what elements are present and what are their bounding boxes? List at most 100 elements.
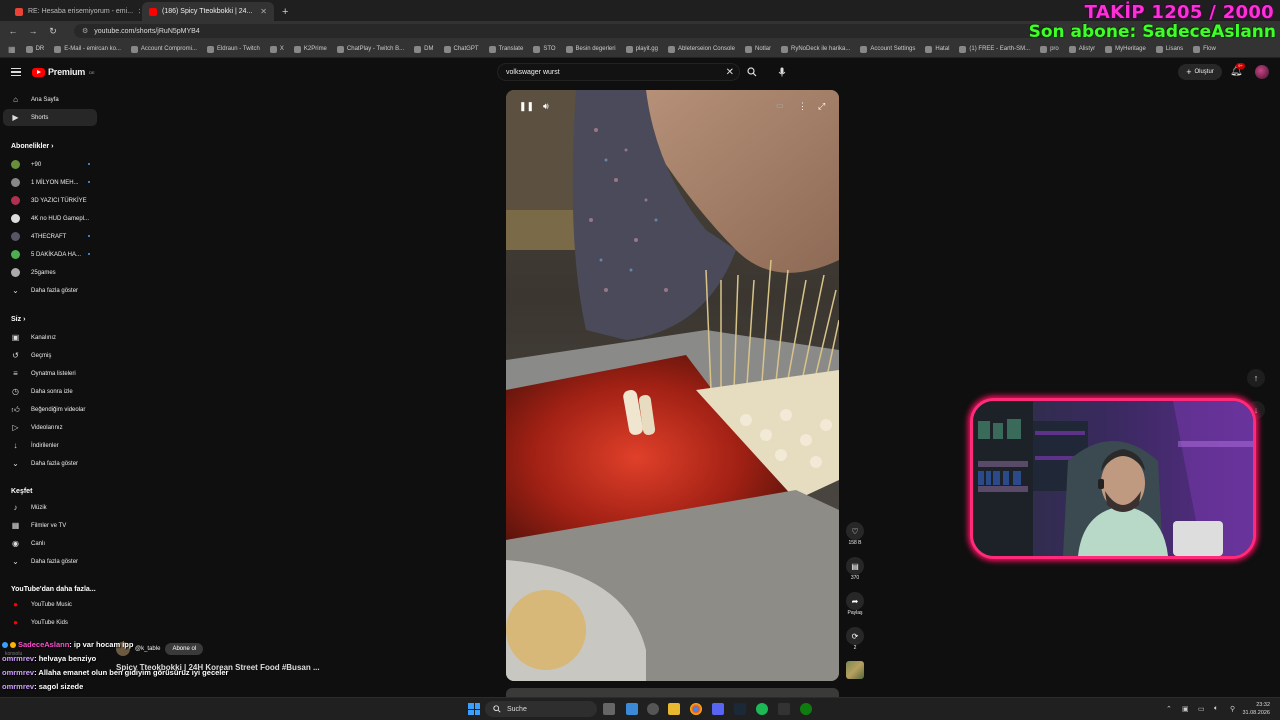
discord-icon[interactable] bbox=[712, 703, 724, 715]
chrome-icon[interactable] bbox=[690, 703, 702, 715]
fullscreen-icon[interactable]: ⤢ bbox=[818, 101, 825, 112]
comment-action[interactable]: ▤ 370 bbox=[844, 557, 866, 581]
bookmark-item[interactable]: playit.gg bbox=[625, 45, 658, 53]
clear-search-icon[interactable]: ✕ bbox=[726, 67, 734, 78]
bookmark-item[interactable]: E-Mail - emircan ko... bbox=[54, 45, 121, 53]
more-from-youtube-header[interactable]: YouTube'dan daha fazla... bbox=[11, 586, 96, 593]
sidebar-item[interactable]: ⌂ Ana Sayfa bbox=[3, 91, 97, 108]
bookmark-item[interactable]: Eldraun - Twitch bbox=[206, 45, 260, 53]
apps-icon[interactable]: ▦ bbox=[8, 45, 16, 54]
reload-icon[interactable]: ↻ bbox=[48, 26, 58, 37]
bookmark-item[interactable]: ChatGPT bbox=[443, 45, 479, 53]
voice-search-button[interactable] bbox=[772, 63, 792, 81]
forward-icon[interactable]: → bbox=[28, 26, 38, 36]
bookmark-item[interactable]: Besin degerleri bbox=[565, 45, 616, 53]
youtube-logo[interactable]: Premium DE bbox=[32, 67, 95, 77]
bookmark-item[interactable]: Ableterseion Console bbox=[667, 45, 735, 53]
close-tab-icon[interactable]: ✕ bbox=[260, 7, 267, 16]
file-explorer-icon[interactable] bbox=[668, 703, 680, 715]
search-input[interactable]: volkswager wurst ✕ bbox=[497, 63, 740, 81]
bookmark-item[interactable]: STO bbox=[533, 45, 556, 53]
shorts-video-player[interactable]: ❚❚ 🔊︎ ▭ ⋮ ⤢ bbox=[506, 90, 839, 681]
bookmark-item[interactable]: DM bbox=[414, 45, 434, 53]
speaker-icon[interactable]: 🔈︎ bbox=[1214, 705, 1218, 713]
sidebar-item[interactable]: +90 bbox=[3, 156, 97, 173]
sidebar-item[interactable]: ⌄ Daha fazla göster bbox=[3, 455, 97, 472]
bookmark-item[interactable]: (1) FREE - Earth-SM... bbox=[959, 45, 1030, 53]
sidebar-item[interactable]: ≡ Oynatma listeleri bbox=[3, 365, 97, 382]
bookmark-item[interactable]: Flow bbox=[1193, 45, 1216, 53]
search-button[interactable] bbox=[742, 63, 762, 81]
remix-action[interactable]: ⟳ 2 bbox=[844, 627, 866, 651]
task-view-icon[interactable] bbox=[603, 703, 615, 715]
previous-short-button[interactable]: ↑ bbox=[1247, 369, 1265, 387]
captions-icon[interactable]: ▭ bbox=[776, 101, 784, 110]
tray-chevron-icon[interactable]: ⌃ bbox=[1166, 705, 1172, 713]
share-action[interactable]: ➦ Paylaş bbox=[844, 592, 866, 616]
create-button[interactable]: + Oluştur bbox=[1178, 64, 1222, 80]
xbox-icon[interactable] bbox=[800, 703, 812, 715]
network-icon[interactable]: ▭ bbox=[1198, 705, 1205, 713]
browser-tab-active[interactable]: (186) Spicy Tteokbokki | 24... ✕ bbox=[142, 2, 274, 21]
sidebar-item[interactable]: ● YouTube Kids bbox=[3, 614, 97, 631]
sidebar-item[interactable]: 👍︎ Beğendiğim videolar bbox=[3, 401, 97, 418]
more-options-icon[interactable]: ⋮ bbox=[798, 101, 807, 112]
explore-header[interactable]: Keşfet bbox=[11, 488, 32, 495]
url-field[interactable]: ⚙ youtube.com/shorts/jRuN5pMYB4 bbox=[74, 24, 1054, 38]
bookmark-item[interactable]: X bbox=[269, 45, 284, 53]
pause-icon[interactable]: ❚❚ bbox=[519, 101, 534, 112]
bookmark-item[interactable]: Notlar bbox=[744, 45, 771, 53]
sidebar-item[interactable]: ♪ Müzik bbox=[3, 499, 97, 516]
bookmark-item[interactable]: K2Prime bbox=[293, 45, 327, 53]
sidebar-item[interactable]: ▷ Videolarınız bbox=[3, 419, 97, 436]
bookmark-item[interactable]: Hatal bbox=[925, 45, 949, 53]
tray-misc-icon[interactable]: ⚲ bbox=[1230, 705, 1235, 713]
bookmark-item[interactable]: ChatPlay - Twitch B... bbox=[336, 45, 404, 53]
sidebar-item[interactable]: ▶ Shorts bbox=[3, 109, 97, 126]
taskbar-clock[interactable]: 23:32 31.08.2026 bbox=[1242, 701, 1270, 717]
sidebar-item[interactable]: ◉ Canlı bbox=[3, 535, 97, 552]
sidebar-item[interactable]: ⌄ Daha fazla göster bbox=[3, 553, 97, 570]
subscriptions-header[interactable]: Abonelikler › bbox=[11, 143, 53, 150]
sidebar-item[interactable]: 3D YAZICI TÜRKİYE bbox=[3, 192, 97, 209]
bookmark-item[interactable]: Account Compromi... bbox=[130, 45, 197, 53]
sidebar-item[interactable]: 5 DAKİKADA HA... bbox=[3, 246, 97, 263]
sidebar-item[interactable]: ● YouTube Music bbox=[3, 596, 97, 613]
widgets-icon[interactable] bbox=[626, 703, 638, 715]
bookmark-item[interactable]: pro bbox=[1040, 45, 1059, 53]
spotify-icon[interactable] bbox=[756, 703, 768, 715]
sidebar-item[interactable]: ◷ Daha sonra izle bbox=[3, 383, 97, 400]
bookmark-item[interactable]: RyNoDeck ile harika... bbox=[781, 45, 850, 53]
settings-app-icon[interactable] bbox=[647, 703, 659, 715]
sidebar-item[interactable]: 4K no HUD Gamepl... bbox=[3, 210, 97, 227]
sound-thumbnail[interactable] bbox=[846, 661, 864, 679]
tray-app-icon[interactable]: ▣ bbox=[1182, 705, 1189, 713]
browser-tab[interactable]: RE: Hesaba erisemiyorum - emi... ✕ bbox=[8, 2, 140, 21]
back-icon[interactable]: ← bbox=[8, 26, 18, 36]
sidebar-item[interactable]: 1 MİLYON MEH... bbox=[3, 174, 97, 191]
steam-icon[interactable] bbox=[734, 703, 746, 715]
sidebar-item[interactable]: ▦ Filmler ve TV bbox=[3, 517, 97, 534]
account-avatar[interactable] bbox=[1255, 65, 1269, 79]
bookmark-item[interactable]: Translate bbox=[488, 45, 523, 53]
sidebar-item[interactable]: ▣ Kanalınız bbox=[3, 329, 97, 346]
bookmark-item[interactable]: DR bbox=[25, 45, 44, 53]
close-tab-icon[interactable]: ✕ bbox=[138, 7, 140, 16]
new-tab-button[interactable]: + bbox=[276, 6, 294, 21]
obs-icon[interactable] bbox=[778, 703, 790, 715]
sidebar-item[interactable]: 4THECRAFT bbox=[3, 228, 97, 245]
hamburger-menu-icon[interactable] bbox=[11, 68, 21, 76]
bookmark-item[interactable]: MyHeritage bbox=[1105, 45, 1146, 53]
site-info-icon[interactable]: ⚙ bbox=[82, 27, 88, 35]
windows-start-icon[interactable] bbox=[468, 703, 480, 715]
sidebar-item[interactable]: ↺ Geçmiş bbox=[3, 347, 97, 364]
bookmark-item[interactable]: Alistyr bbox=[1068, 45, 1095, 53]
like-action[interactable]: ♡ 158 B bbox=[844, 522, 866, 546]
volume-icon[interactable]: 🔊︎ bbox=[543, 101, 549, 112]
bookmark-item[interactable]: Account Settings bbox=[860, 45, 915, 53]
sidebar-item[interactable]: ↓ İndirilenler bbox=[3, 437, 97, 454]
bookmark-item[interactable]: Lisans bbox=[1155, 45, 1183, 53]
you-header[interactable]: Siz › bbox=[11, 316, 25, 323]
sidebar-item[interactable]: ⌄ Daha fazla göster bbox=[3, 282, 97, 299]
sidebar-item[interactable]: 25games bbox=[3, 264, 97, 281]
